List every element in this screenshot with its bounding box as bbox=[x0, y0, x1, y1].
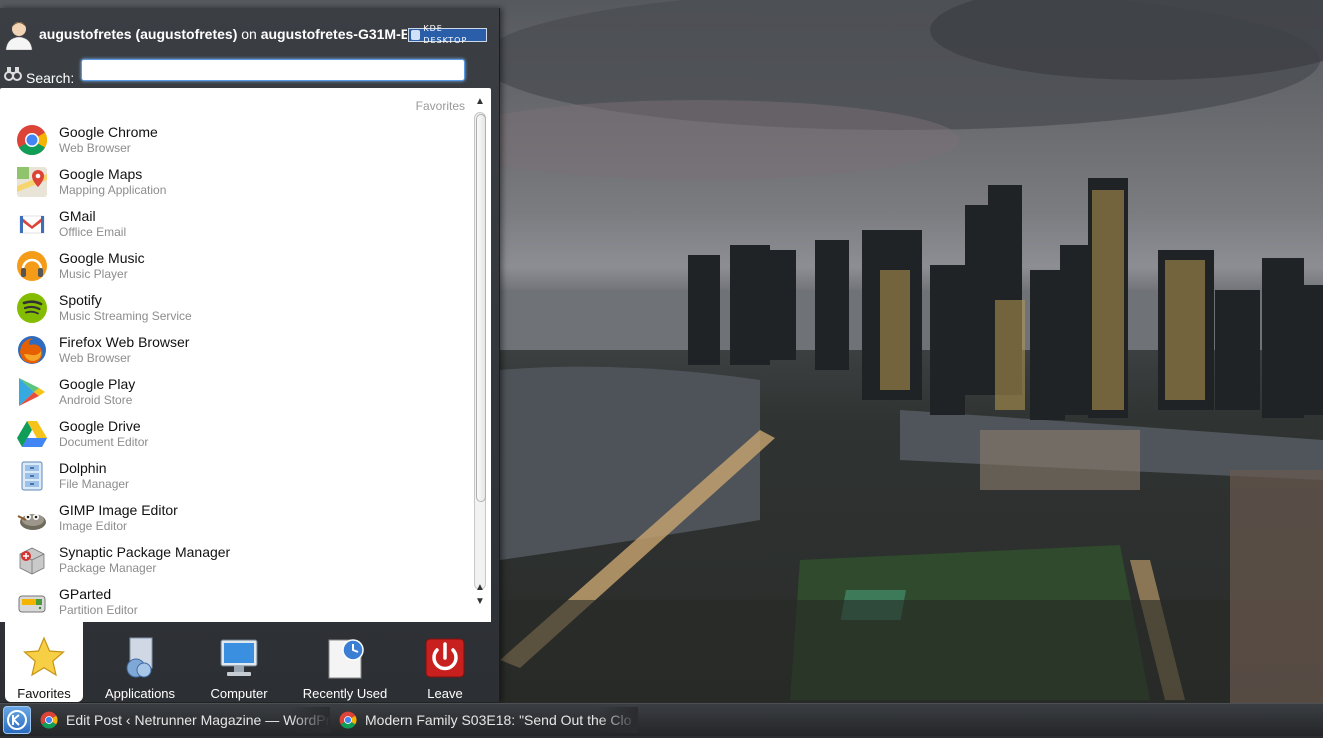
scroll-up-lower-icon[interactable]: ▲ bbox=[474, 582, 486, 594]
app-desc: Document Editor bbox=[59, 435, 149, 449]
list-item-dolphin[interactable]: Dolphin File Manager bbox=[0, 456, 470, 498]
list-scrollbar[interactable]: ▲ ▲ ▼ bbox=[472, 92, 489, 618]
disk-icon bbox=[18, 595, 46, 613]
list-title: Favorites bbox=[415, 99, 465, 113]
app-name: GMail bbox=[59, 208, 96, 224]
app-name: Google Play bbox=[59, 376, 136, 392]
tab-applications[interactable]: Applications bbox=[98, 622, 182, 702]
app-name: Google Drive bbox=[59, 418, 141, 434]
scroll-thumb[interactable] bbox=[476, 114, 486, 502]
host-name: augustofretes-G31M-E bbox=[260, 26, 407, 42]
taskbar: Edit Post ‹ Netrunner Magazine — WordPr … bbox=[0, 703, 1323, 736]
scroll-up-icon[interactable]: ▲ bbox=[474, 96, 486, 108]
search-label: Search: bbox=[26, 70, 75, 86]
tab-computer[interactable]: Computer bbox=[199, 622, 279, 702]
dolphin-icon bbox=[21, 461, 43, 491]
app-name: Spotify bbox=[59, 292, 102, 308]
clock-icon bbox=[328, 639, 364, 679]
tab-label: Recently Used bbox=[302, 686, 388, 701]
app-name: Google Maps bbox=[59, 166, 143, 182]
gmail-icon bbox=[19, 215, 45, 234]
chrome-icon bbox=[40, 711, 58, 729]
app-desc: Android Store bbox=[59, 393, 133, 407]
kde-logo-icon bbox=[411, 30, 421, 40]
chrome-icon bbox=[339, 711, 357, 729]
tab-label: Applications bbox=[104, 686, 176, 701]
tab-recently-used[interactable]: Recently Used bbox=[296, 622, 394, 702]
list-item-google-drive[interactable]: Google Drive Document Editor bbox=[0, 414, 470, 456]
favorites-list-panel: Favorites ▲ ▲ ▼ Google Chrome Web Browse… bbox=[0, 88, 491, 622]
menu-tabs: Favorites Applications Computer Recently… bbox=[0, 622, 499, 702]
app-name: GParted bbox=[59, 586, 112, 602]
tab-favorites[interactable]: Favorites bbox=[5, 622, 83, 702]
kde-badge-label: KDE DESKTOP bbox=[423, 24, 468, 45]
kickoff-menu: augustofretes (augustofretes) on augusto… bbox=[0, 8, 500, 702]
spotify-icon bbox=[17, 293, 47, 323]
user-name: augustofretes (augustofretes) bbox=[39, 26, 238, 42]
app-desc: Package Manager bbox=[59, 561, 157, 575]
app-desc: Image Editor bbox=[59, 519, 128, 533]
play-icon bbox=[19, 378, 45, 406]
list-item-gmail[interactable]: GMail Offlice Email bbox=[0, 204, 470, 246]
star-icon bbox=[23, 636, 65, 677]
tab-label: Favorites bbox=[17, 686, 71, 701]
gimp-icon bbox=[17, 514, 46, 530]
maps-icon bbox=[17, 167, 47, 197]
app-desc: Music Player bbox=[59, 267, 128, 281]
list-item-gimp[interactable]: GIMP Image Editor Image Editor bbox=[0, 498, 470, 540]
user-avatar-icon bbox=[5, 22, 33, 50]
list-item-firefox[interactable]: Firefox Web Browser Web Browser bbox=[0, 330, 470, 372]
app-desc: Offlice Email bbox=[59, 225, 127, 239]
applications-icon bbox=[126, 637, 153, 678]
package-icon bbox=[19, 547, 45, 575]
app-desc: Web Browser bbox=[59, 351, 131, 365]
task-label: Modern Family S03E18: "Send Out the Clo bbox=[365, 712, 632, 728]
app-name: GIMP Image Editor bbox=[59, 502, 178, 518]
kde-desktop-badge: KDE DESKTOP bbox=[408, 24, 487, 45]
task-edit-post[interactable]: Edit Post ‹ Netrunner Magazine — WordPr bbox=[34, 707, 330, 733]
user-info: augustofretes (augustofretes) on augusto… bbox=[39, 26, 407, 44]
search-input[interactable] bbox=[81, 59, 465, 81]
list-item-google-chrome[interactable]: Google Chrome Web Browser bbox=[0, 120, 470, 162]
task-fade bbox=[290, 707, 330, 733]
app-name: Google Music bbox=[59, 250, 145, 266]
chrome-icon bbox=[17, 125, 48, 156]
computer-icon bbox=[220, 639, 258, 676]
task-modern-family[interactable]: Modern Family S03E18: "Send Out the Clo bbox=[333, 707, 638, 733]
drive-icon bbox=[17, 421, 47, 447]
kde-launcher-button[interactable] bbox=[3, 706, 31, 734]
scroll-down-icon[interactable]: ▼ bbox=[474, 596, 486, 608]
binoculars-icon bbox=[4, 67, 22, 81]
list-item-google-maps[interactable]: Google Maps Mapping Application bbox=[0, 162, 470, 204]
headphones-icon bbox=[17, 251, 47, 281]
app-name: Firefox Web Browser bbox=[59, 334, 190, 350]
app-name: Synaptic Package Manager bbox=[59, 544, 231, 560]
app-name: Dolphin bbox=[59, 460, 107, 476]
menu-header: augustofretes (augustofretes) on augusto… bbox=[0, 8, 499, 88]
tab-leave[interactable]: Leave bbox=[410, 622, 480, 702]
app-desc: Mapping Application bbox=[59, 183, 167, 197]
list-item-google-music[interactable]: Google Music Music Player bbox=[0, 246, 470, 288]
list-item-spotify[interactable]: Spotify Music Streaming Service bbox=[0, 288, 470, 330]
firefox-icon bbox=[18, 336, 46, 364]
app-desc: Partition Editor bbox=[59, 603, 138, 617]
list-item-google-play[interactable]: Google Play Android Store bbox=[0, 372, 470, 414]
app-desc: Web Browser bbox=[59, 141, 131, 155]
tab-label: Leave bbox=[427, 686, 463, 701]
task-fade bbox=[598, 707, 638, 733]
power-icon bbox=[425, 638, 465, 678]
app-name: Google Chrome bbox=[59, 124, 158, 140]
app-desc: File Manager bbox=[59, 477, 130, 491]
kde-gear-icon bbox=[7, 710, 27, 730]
list-item-synaptic[interactable]: Synaptic Package Manager Package Manager bbox=[0, 540, 470, 582]
user-on: on bbox=[241, 26, 257, 42]
app-desc: Music Streaming Service bbox=[59, 309, 192, 323]
scroll-track[interactable] bbox=[474, 112, 486, 590]
list-item-gparted[interactable]: GParted Partition Editor bbox=[0, 582, 470, 624]
tab-label: Computer bbox=[210, 686, 268, 701]
